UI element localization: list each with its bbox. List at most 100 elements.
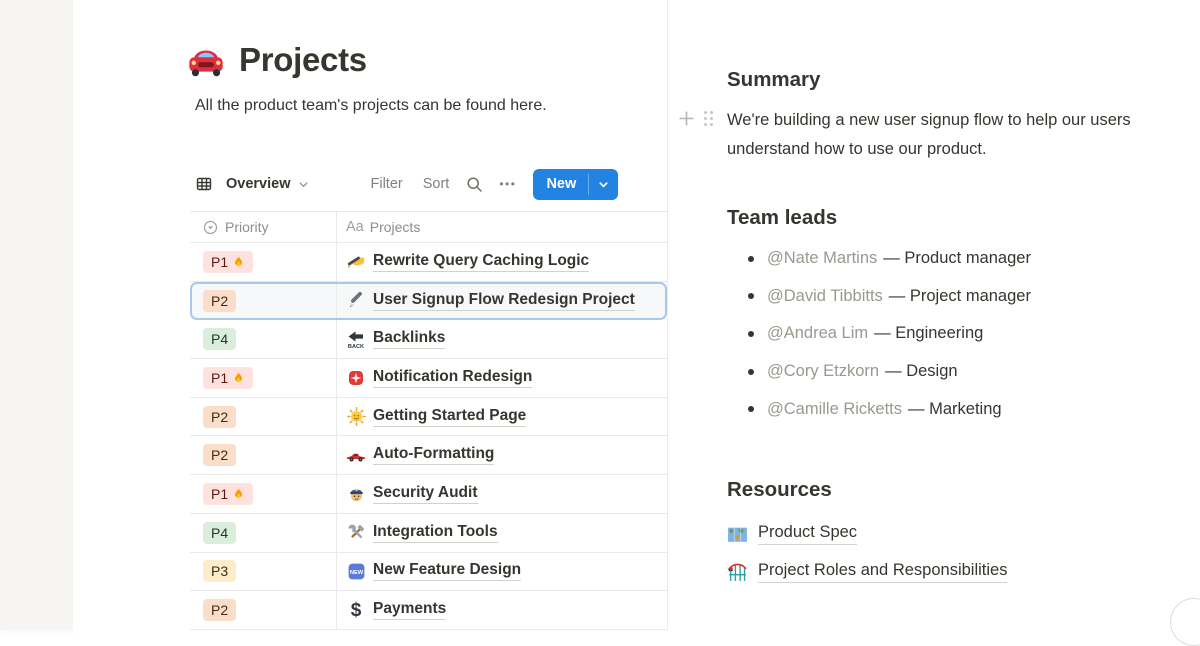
user-mention[interactable]: @Cory Etzkorn	[767, 362, 879, 381]
table-row[interactable]: P1 Rewrite Query Caching Logic	[190, 243, 667, 282]
fire-icon	[232, 487, 245, 501]
priority-badge[interactable]: P2	[203, 599, 236, 621]
resources-heading: Resources	[727, 478, 832, 502]
project-link[interactable]: Auto-Formatting	[373, 445, 494, 465]
new-dropdown-chevron-icon[interactable]	[589, 169, 618, 200]
sun-with-face-icon	[346, 407, 366, 426]
view-tab-overview[interactable]: Overview	[196, 176, 309, 192]
chevron-down-icon	[298, 179, 309, 190]
list-item: @David Tibbitts — Project manager	[748, 278, 1031, 316]
member-role: — Marketing	[908, 400, 1002, 419]
resource-link-project-roles[interactable]: Project Roles and Responsibilities	[727, 553, 1007, 591]
table-row[interactable]: P2 $ Payments	[190, 591, 667, 630]
team-leads-heading: Team leads	[727, 206, 837, 230]
fire-icon	[232, 371, 245, 385]
column-label-projects: Projects	[370, 219, 421, 235]
racing-car-icon	[346, 448, 366, 463]
project-link[interactable]: Rewrite Query Caching Logic	[373, 252, 589, 272]
red-car-icon[interactable]	[186, 40, 226, 80]
writing-hand-icon	[346, 252, 366, 271]
bullet-icon	[748, 256, 754, 262]
column-header-priority[interactable]: Priority	[190, 212, 337, 242]
list-item: @Cory Etzkorn — Design	[748, 353, 1031, 391]
member-role: — Design	[885, 362, 957, 381]
priority-badge[interactable]: P2	[203, 290, 236, 312]
resources-list: Product Spec Project Roles and Responsib…	[727, 515, 1007, 591]
table-row[interactable]: P4 BACK Backlinks	[190, 320, 667, 359]
table-view-icon	[196, 176, 212, 192]
user-mention[interactable]: @Camille Ricketts	[767, 400, 902, 419]
view-tab-label: Overview	[226, 176, 291, 192]
priority-badge[interactable]: P3	[203, 560, 236, 582]
rotating-light-icon	[346, 369, 366, 387]
table-row[interactable]: P2 Auto-Formatting	[190, 436, 667, 475]
list-item: @Nate Martins — Product manager	[748, 240, 1031, 278]
more-options-button[interactable]: •••	[499, 177, 516, 191]
database-toolbar: Overview Filter Sort ••• New	[196, 168, 618, 200]
priority-badge[interactable]: P1	[203, 251, 253, 273]
project-link[interactable]: Notification Redesign	[373, 368, 532, 388]
search-icon[interactable]	[466, 176, 483, 193]
world-map-icon	[727, 525, 749, 544]
select-property-icon	[203, 220, 218, 235]
table-header-row: Priority Aa Projects	[190, 211, 667, 243]
project-link[interactable]: Payments	[373, 600, 446, 620]
back-arrow-icon: BACK	[346, 329, 366, 349]
summary-heading: Summary	[727, 68, 820, 92]
user-mention[interactable]: @Nate Martins	[767, 249, 877, 268]
project-link[interactable]: Integration Tools	[373, 523, 498, 543]
table-row[interactable]: P4 Integration Tools	[190, 514, 667, 553]
priority-badge[interactable]: P4	[203, 522, 236, 544]
page-description: All the product team's projects can be f…	[195, 93, 547, 118]
project-link[interactable]: Security Audit	[373, 484, 478, 504]
resource-label[interactable]: Project Roles and Responsibilities	[758, 561, 1007, 583]
member-role: — Project manager	[889, 287, 1031, 306]
project-link[interactable]: User Signup Flow Redesign Project	[373, 291, 635, 311]
police-officer-icon	[346, 484, 366, 503]
project-link[interactable]: Backlinks	[373, 329, 445, 349]
member-role: — Product manager	[883, 249, 1031, 268]
drag-handle-icon[interactable]	[704, 111, 714, 127]
team-leads-list: @Nate Martins — Product manager @David Ti…	[748, 240, 1031, 428]
new-button[interactable]: New	[533, 169, 618, 200]
table-row[interactable]: P1 Notification Redesign	[190, 359, 667, 398]
list-item: @Camille Ricketts — Marketing	[748, 390, 1031, 428]
filter-button[interactable]: Filter	[371, 176, 403, 192]
title-property-icon: Aa	[346, 219, 364, 235]
priority-badge[interactable]: P2	[203, 406, 236, 428]
table-row[interactable]: P3 NEW New Feature Design	[190, 553, 667, 592]
sort-button[interactable]: Sort	[423, 176, 450, 192]
priority-badge[interactable]: P2	[203, 444, 236, 466]
svg-text:NEW: NEW	[349, 570, 363, 576]
table-row-selected[interactable]: P2 User Signup Flow Redesign Project	[190, 282, 667, 321]
block-controls	[678, 110, 714, 127]
summary-paragraph[interactable]: We're building a new user signup flow to…	[727, 106, 1200, 163]
priority-badge[interactable]: P4	[203, 328, 236, 350]
projects-table: Priority Aa Projects P1 Rewrite Query Ca…	[190, 211, 667, 630]
priority-badge[interactable]: P1	[203, 367, 253, 389]
heavy-dollar-sign-icon: $	[346, 601, 366, 620]
page-title: Projects	[239, 41, 367, 79]
svg-text:BACK: BACK	[348, 344, 364, 349]
project-detail-panel: Summary We're building a new user signup…	[669, 0, 1200, 630]
user-mention[interactable]: @Andrea Lim	[767, 324, 868, 343]
member-role: — Engineering	[874, 324, 983, 343]
resource-link-product-spec[interactable]: Product Spec	[727, 515, 1007, 553]
bullet-icon	[748, 331, 754, 337]
table-row[interactable]: P1 Security Audit	[190, 475, 667, 514]
column-header-projects[interactable]: Aa Projects	[337, 212, 667, 242]
user-mention[interactable]: @David Tibbitts	[767, 287, 883, 306]
priority-badge[interactable]: P1	[203, 483, 253, 505]
new-button-icon: NEW	[346, 562, 366, 581]
hammer-and-wrench-icon	[346, 523, 366, 542]
projects-page-panel: Projects All the product team's projects…	[73, 0, 668, 630]
project-link[interactable]: Getting Started Page	[373, 407, 526, 427]
app-sidebar	[0, 0, 73, 630]
add-block-icon[interactable]	[678, 110, 695, 127]
project-link[interactable]: New Feature Design	[373, 561, 521, 581]
table-row[interactable]: P2 Getting Started Page	[190, 398, 667, 437]
resource-label[interactable]: Product Spec	[758, 523, 857, 545]
list-item: @Andrea Lim — Engineering	[748, 315, 1031, 353]
bullet-icon	[748, 293, 754, 299]
bullet-icon	[748, 406, 754, 412]
